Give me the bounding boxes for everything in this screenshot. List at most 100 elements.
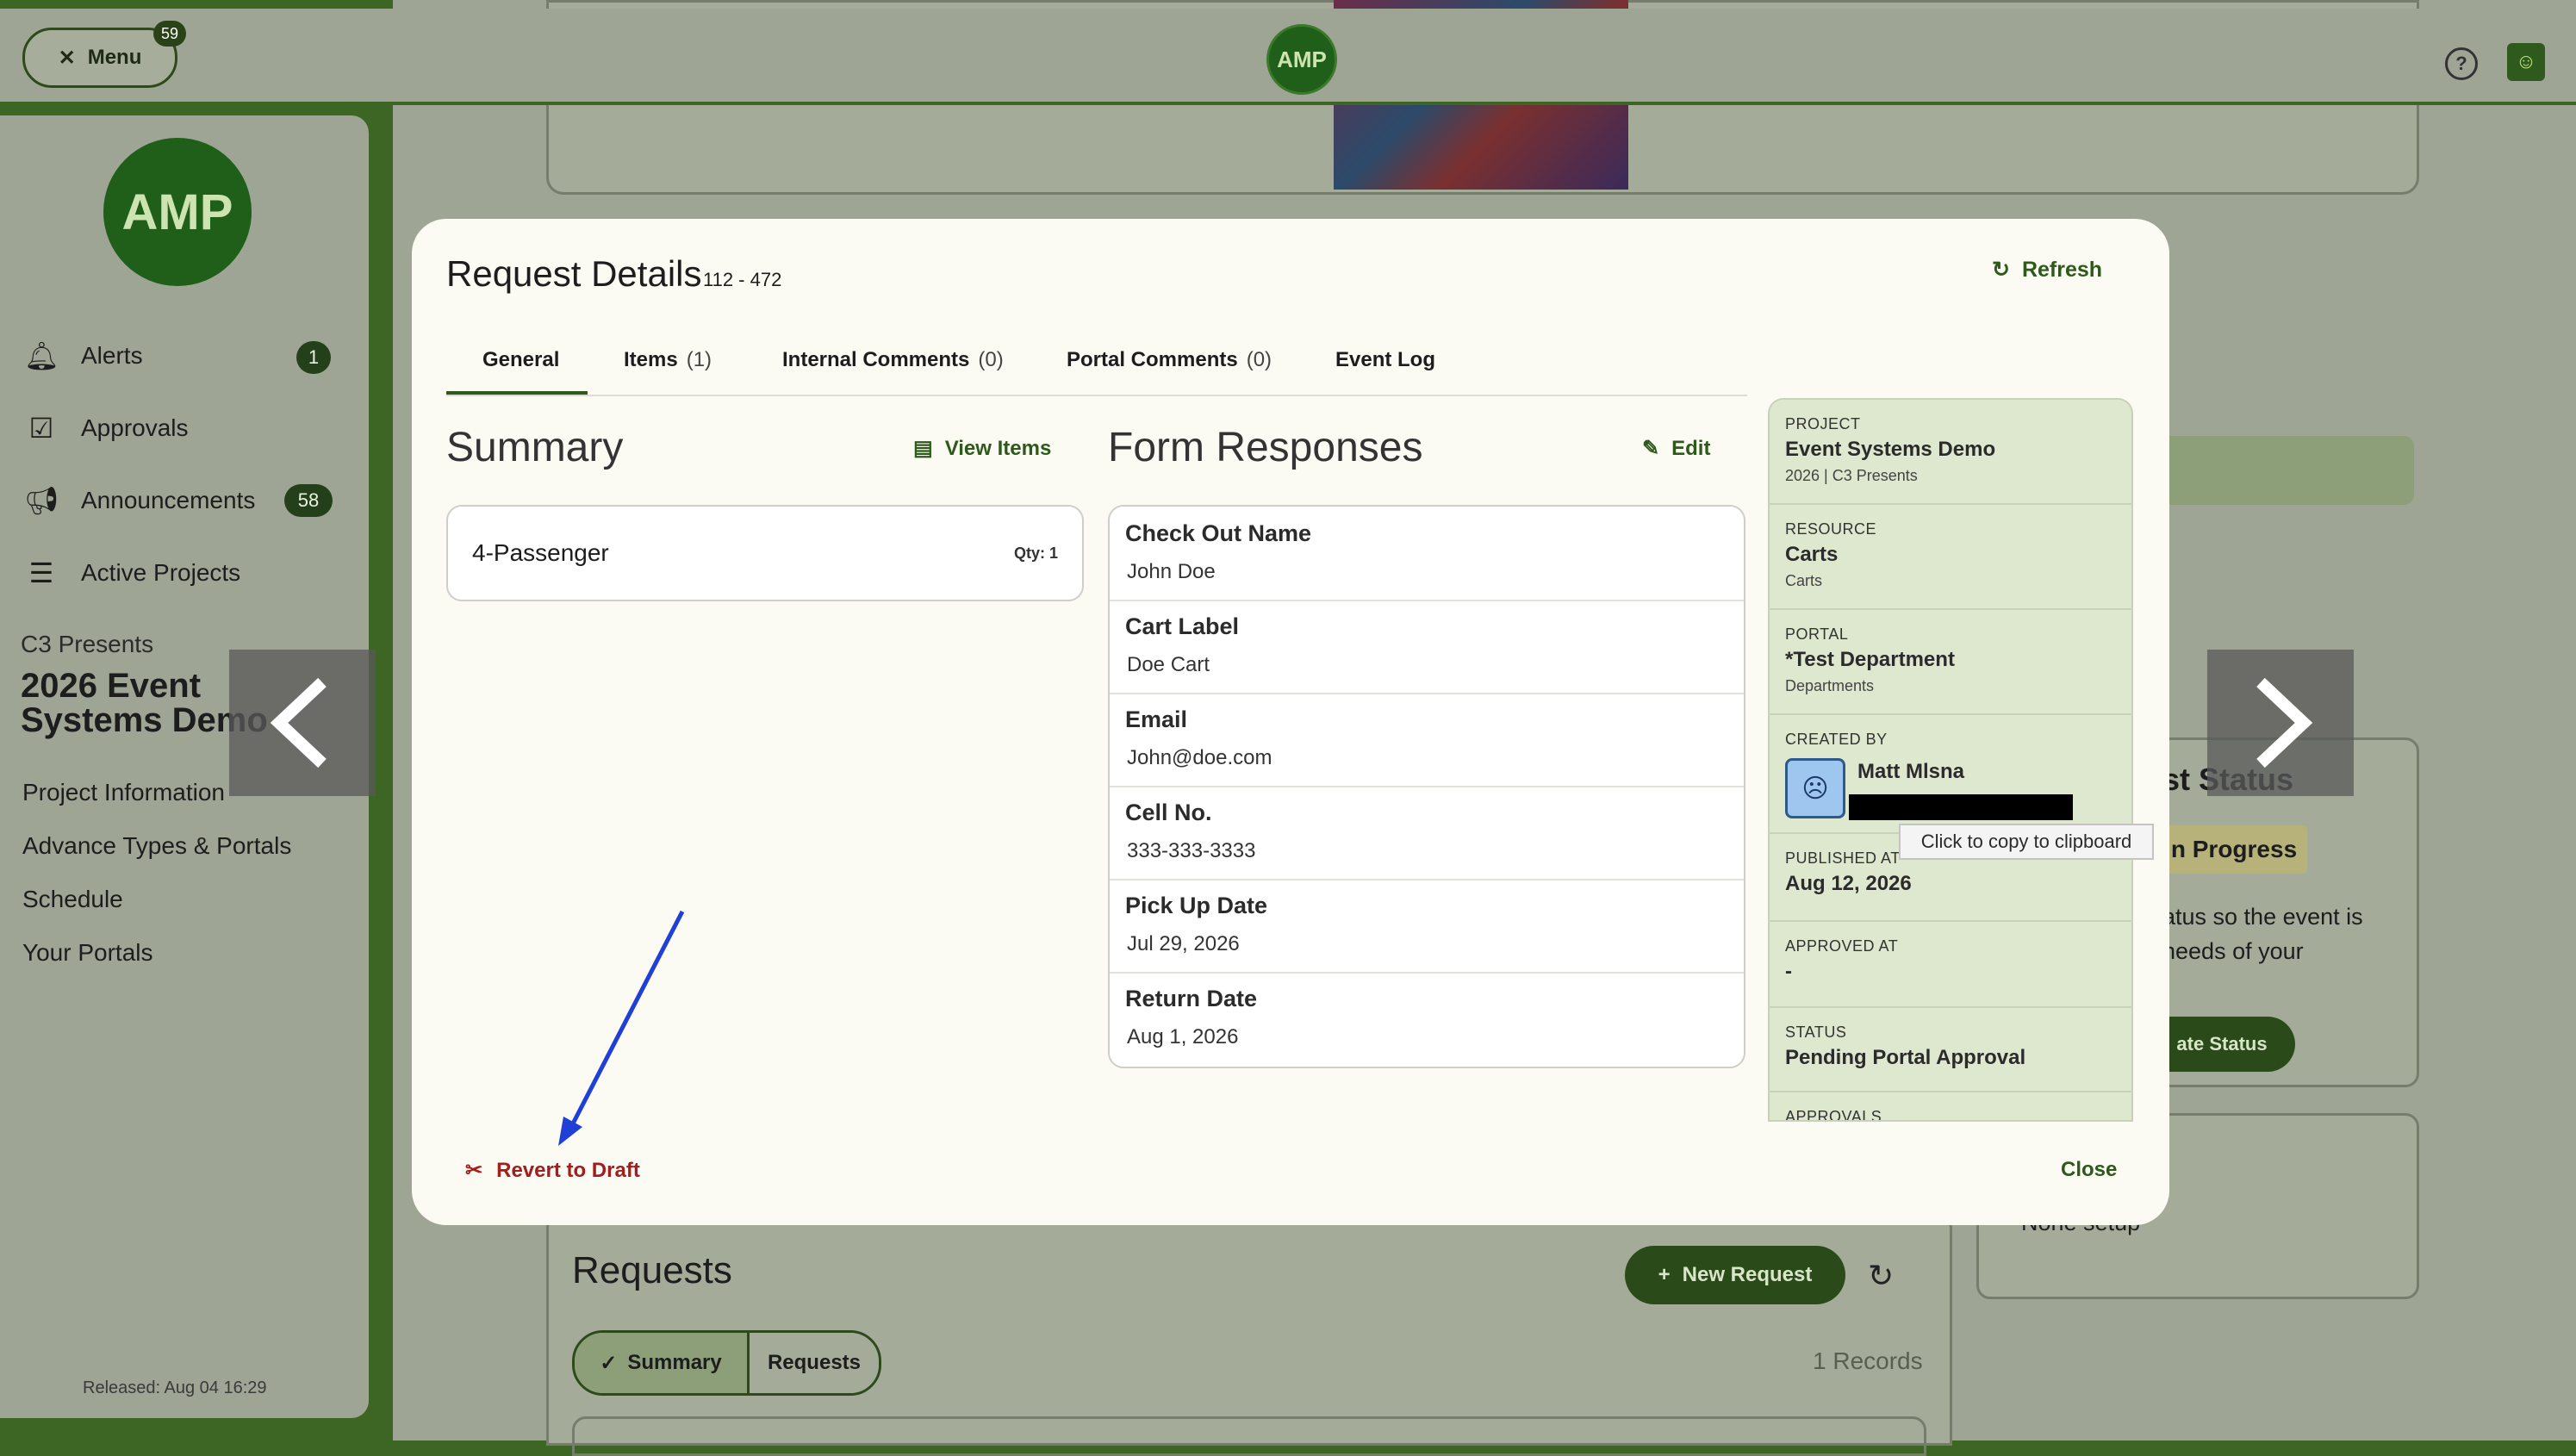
sidebar-item-label: Approvals [81,414,189,441]
info-sub: Carts [1785,572,1823,589]
previous-arrow-button[interactable] [229,650,376,796]
user-avatar[interactable]: ☺ [2507,43,2545,81]
table-icon: ▤ [913,437,933,460]
item-qty: Qty: 1 [1013,544,1058,562]
requests-inner-card [572,1416,1926,1456]
tab-internal-comments[interactable]: Internal Comments (0) [782,348,1004,372]
close-button[interactable]: Close [2061,1158,2117,1182]
close-icon: ✕ [58,46,76,70]
tab-portal-comments[interactable]: Portal Comments (0) [1067,348,1272,372]
form-row: Cart Label Doe Cart [1110,600,1744,694]
check-icon: ✓ [600,1351,618,1375]
sidebar-item-alerts[interactable]: 🔔︎ Alerts [24,339,143,372]
new-request-button[interactable]: + New Request [1625,1246,1845,1304]
tab-event-log[interactable]: Event Log [1335,348,1435,372]
info-value: - [1785,960,1792,983]
requests-view-toggle: ✓ Summary Requests [572,1330,881,1396]
chevron-left-icon [270,677,327,768]
info-sub: 2026 | C3 Presents [1785,467,1918,484]
sidebar-item-approvals[interactable]: ☑ Approvals [24,412,189,445]
info-value: Pending Portal Approval [1785,1046,2026,1069]
info-label: CREATED BY [1785,731,1888,748]
seg-requests[interactable]: Requests [747,1333,879,1393]
info-label: RESOURCE [1785,520,1877,538]
info-status: STATUS Pending Portal Approval [1770,1008,2131,1092]
refresh-requests-icon[interactable]: ↻ [1868,1258,1894,1294]
new-request-label: New Request [1682,1263,1813,1286]
question-circle-icon[interactable]: ? [2445,47,2478,80]
project-nav-your-portals[interactable]: Your Portals [22,939,153,967]
request-info-panel: PROJECT Event Systems Demo 2026 | C3 Pre… [1768,398,2133,1122]
calendar-check-icon: ☑ [28,413,54,444]
form-value: Doe Cart [1127,653,1210,676]
tab-general[interactable]: General [482,348,559,372]
info-value: Event Systems Demo [1785,438,1996,461]
info-value: *Test Department [1785,648,1955,671]
next-arrow-button[interactable] [2207,650,2354,796]
refresh-button[interactable]: ↻ Refresh [1992,257,2102,283]
plus-icon: + [1658,1263,1671,1286]
info-created-by: CREATED BY ☹ Matt Mlsna [1770,715,2131,834]
view-items-button[interactable]: ▤ View Items [913,436,1051,461]
form-row: Email John@doe.com [1110,693,1744,787]
top-bar: ✕ Menu 59 AMP ? ☺ [0,9,2576,105]
info-value: Carts [1785,543,1839,566]
info-label: APPROVED AT [1785,937,1899,955]
summary-title: Summary [446,425,624,470]
form-label: Pick Up Date [1125,893,1268,918]
form-label: Email [1125,706,1188,732]
form-value: 333-333-3333 [1127,839,1256,862]
records-count: 1 Records [1813,1347,1923,1374]
revert-icon: ✂ [465,1159,483,1182]
info-value[interactable]: Matt Mlsna [1857,760,1964,784]
form-label: Check Out Name [1125,520,1312,546]
edit-button[interactable]: ✎ Edit [1642,436,1710,461]
chevron-right-icon [2256,677,2313,768]
sidebar-logo[interactable]: AMP [103,138,252,286]
tab-items[interactable]: Items (1) [624,348,712,372]
bell-icon: 🔔︎ [24,340,59,371]
app-logo[interactable]: AMP [1266,24,1337,95]
revert-to-draft-button[interactable]: ✂ Revert to Draft [465,1158,640,1183]
summary-item-card[interactable]: 4-Passenger Qty: 1 [446,505,1084,601]
list-icon: ☰ [28,557,54,588]
seg-summary-label: Summary [627,1351,722,1374]
form-label: Cell No. [1125,800,1212,825]
sidebar-item-label: Announcements [81,487,256,513]
menu-label: Menu [87,46,142,69]
info-label: PROJECT [1785,415,1861,432]
info-resource: RESOURCE Carts Carts [1770,505,2131,610]
redacted-email[interactable] [1849,794,2073,820]
sidebar-item-label: Alerts [81,342,143,369]
info-project: PROJECT Event Systems Demo 2026 | C3 Pre… [1770,400,2131,505]
sidebar-item-announcements[interactable]: 📢︎ Announcements [24,484,255,517]
info-label: PORTAL [1785,625,1849,643]
active-tab-indicator [446,391,588,395]
update-status-button[interactable]: ate Status [2149,1017,2295,1072]
project-nav-advance-types[interactable]: Advance Types & Portals [22,832,291,860]
sidebar-item-label: Active Projects [81,559,241,586]
project-nav-schedule[interactable]: Schedule [22,886,123,913]
released-info: Released: Aug 04 16:29 [83,1378,267,1397]
sidebar-item-active-projects[interactable]: ☰ Active Projects [24,557,241,589]
form-value: John Doe [1127,560,1216,583]
progress-bar-bg [2145,436,2414,505]
info-label: PUBLISHED AT [1785,849,1901,867]
info-label: APPROVALS [1785,1108,1882,1122]
refresh-label: Refresh [2021,257,2103,282]
modal-title: Request Details [446,253,702,294]
status-pill: n Progress [2161,825,2307,874]
info-approvals: APPROVALS [1770,1092,2131,1122]
form-value: Aug 1, 2026 [1127,1025,1239,1048]
project-nav-information[interactable]: Project Information [22,779,225,806]
status-description: atus so the event is needs of your [2162,904,2363,964]
modal-tabs: General Items (1) Internal Comments (0) Po… [446,331,1747,396]
seg-summary[interactable]: ✓ Summary [575,1333,747,1393]
form-value: Jul 29, 2026 [1127,932,1240,955]
form-row: Cell No. 333-333-3333 [1110,786,1744,880]
form-responses-title: Form Responses [1108,425,1423,470]
menu-badge: 59 [153,21,186,47]
info-sub: Departments [1785,677,1875,694]
megaphone-icon: 📢︎ [24,485,59,516]
pencil-icon: ✎ [1642,437,1660,460]
